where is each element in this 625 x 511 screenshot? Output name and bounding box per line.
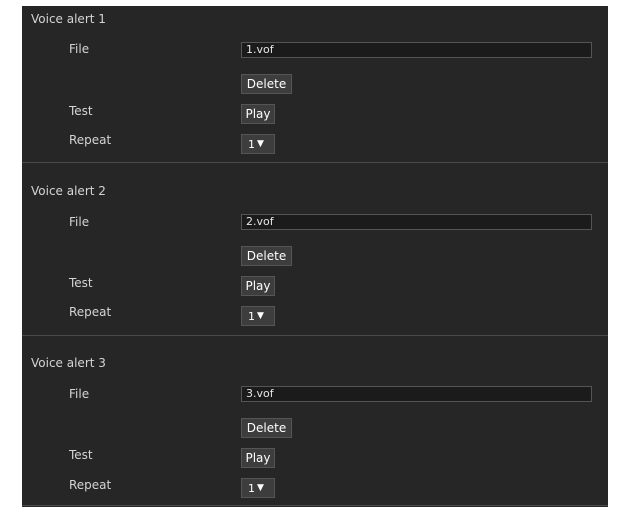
repeat-label: Repeat xyxy=(69,133,112,147)
test-label: Test xyxy=(69,276,93,290)
file-field-voice-alert-3[interactable]: 3.vof xyxy=(241,386,592,402)
repeat-select-voice-alert-2[interactable]: 1 ▼ xyxy=(241,306,275,326)
file-label: File xyxy=(69,387,90,401)
voice-alert-settings-panel: Voice alert 1 File 1.vof Delete Test Pla… xyxy=(22,6,608,507)
test-label: Test xyxy=(69,448,93,462)
repeat-value: 1 xyxy=(248,482,255,495)
section-title-voice-alert-1: Voice alert 1 xyxy=(31,12,106,26)
test-label: Test xyxy=(69,104,93,118)
repeat-value: 1 xyxy=(248,310,255,323)
repeat-label: Repeat xyxy=(69,478,112,492)
play-button-voice-alert-1[interactable]: Play xyxy=(241,104,275,124)
delete-button-voice-alert-3[interactable]: Delete xyxy=(241,418,292,438)
triangle-down-icon: ▼ xyxy=(257,311,264,321)
file-label: File xyxy=(69,215,90,229)
repeat-label: Repeat xyxy=(69,305,112,319)
delete-button-voice-alert-1[interactable]: Delete xyxy=(241,74,292,94)
play-button-voice-alert-3[interactable]: Play xyxy=(241,448,275,468)
file-field-voice-alert-1[interactable]: 1.vof xyxy=(241,42,592,58)
section-divider xyxy=(22,505,608,506)
triangle-down-icon: ▼ xyxy=(257,483,264,493)
repeat-value: 1 xyxy=(248,138,255,151)
section-title-voice-alert-2: Voice alert 2 xyxy=(31,184,106,198)
play-button-voice-alert-2[interactable]: Play xyxy=(241,276,275,296)
triangle-down-icon: ▼ xyxy=(257,139,264,149)
file-label: File xyxy=(69,42,90,56)
repeat-select-voice-alert-1[interactable]: 1 ▼ xyxy=(241,134,275,154)
repeat-select-voice-alert-3[interactable]: 1 ▼ xyxy=(241,478,275,498)
section-title-voice-alert-3: Voice alert 3 xyxy=(31,356,106,370)
file-field-voice-alert-2[interactable]: 2.vof xyxy=(241,214,592,230)
section-divider xyxy=(22,335,608,336)
delete-button-voice-alert-2[interactable]: Delete xyxy=(241,246,292,266)
section-divider xyxy=(22,162,608,163)
